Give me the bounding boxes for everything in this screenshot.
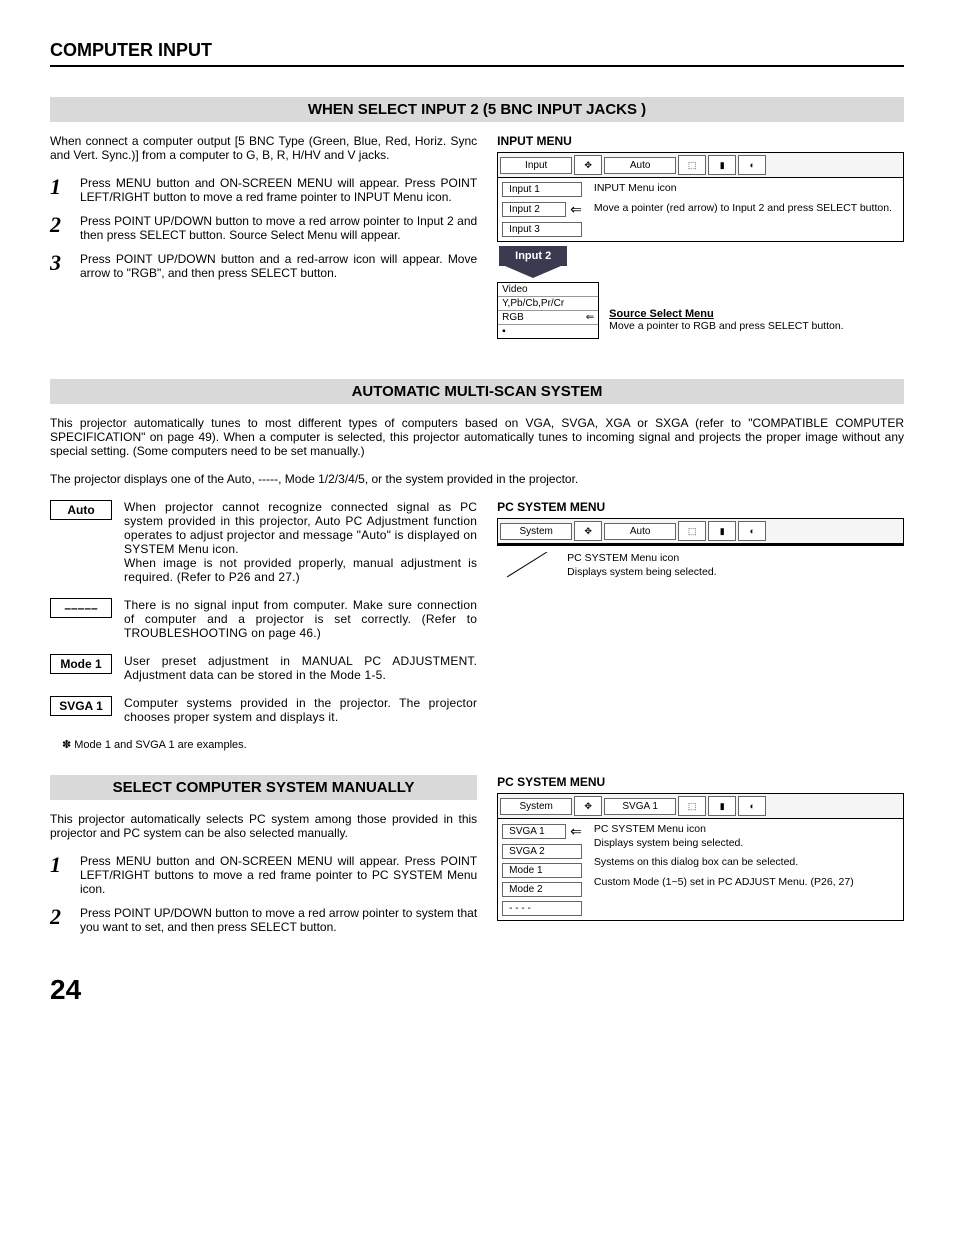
source-item: Video	[498, 283, 598, 297]
input-menu-diagram: Input ✥ Auto ⬚ ▮ ◐ Input 1 Input 2 ⇐ Inp…	[497, 152, 904, 242]
arrow-left-icon: ⇐	[586, 312, 594, 323]
pc-menu-note: PC SYSTEM Menu icon Displays system bein…	[567, 552, 716, 582]
page-number: 24	[50, 974, 904, 1006]
joystick-icon: ✥	[574, 155, 602, 175]
page-title: COMPUTER INPUT	[50, 40, 904, 67]
mode-text: Computer systems provided in the project…	[124, 696, 477, 724]
menu-icon: ▮	[708, 796, 736, 816]
system-item: SVGA 2	[502, 844, 582, 859]
menu-icon: ▮	[708, 521, 736, 541]
note-text: PC SYSTEM Menu icon Displays system bein…	[594, 823, 899, 850]
input-item: Input 2	[502, 202, 566, 217]
system-item: SVGA 1	[502, 824, 566, 839]
source-item: Y,Pb/Cb,Pr/Cr	[498, 297, 598, 311]
pc-system-menu-label: PC SYSTEM MENU	[497, 775, 904, 789]
menu-btn-system: System	[500, 523, 572, 540]
menu-icon: ◐	[738, 155, 766, 175]
note-text: Systems on this dialog box can be select…	[594, 856, 899, 870]
system-item: Mode 2	[502, 882, 582, 897]
section-heading-manual: SELECT COMPUTER SYSTEM MANUALLY	[50, 775, 477, 800]
step-text: Press MENU button and ON-SCREEN MENU wil…	[80, 854, 477, 896]
source-menu-note: Move a pointer to RGB and press SELECT b…	[609, 320, 904, 334]
joystick-icon: ✥	[574, 521, 602, 541]
section1-intro: When connect a computer output [5 BNC Ty…	[50, 134, 477, 162]
arrow-label: Input 2	[499, 246, 567, 266]
menu-icon: ⬚	[678, 796, 706, 816]
step-number: 1	[50, 176, 70, 204]
input-item: Input 1	[502, 182, 582, 197]
menu-btn-auto: Auto	[604, 157, 676, 174]
mode-box-svga1: SVGA 1	[50, 696, 112, 716]
step-number: 1	[50, 854, 70, 896]
down-arrow-icon	[505, 266, 561, 278]
menu-icon: ⬚	[678, 155, 706, 175]
menu-btn-auto: Auto	[604, 523, 676, 540]
section2-para2: The projector displays one of the Auto, …	[50, 472, 904, 486]
source-menu-title: Source Select Menu	[609, 308, 904, 320]
step-text: Press POINT UP/DOWN button and a red-arr…	[80, 252, 477, 280]
mode-text: User preset adjustment in MANUAL PC ADJU…	[124, 654, 477, 682]
system-item: - - - -	[502, 901, 582, 916]
step-number: 3	[50, 252, 70, 280]
pc-system-menu-diagram: System ✥ Auto ⬚ ▮ ◐	[497, 518, 904, 545]
input-menu-label: INPUT MENU	[497, 134, 904, 148]
step-text: Press MENU button and ON-SCREEN MENU wil…	[80, 176, 477, 204]
menu-icon: ⬚	[678, 521, 706, 541]
pointer-line-icon	[497, 552, 557, 582]
section3-intro: This projector automatically selects PC …	[50, 812, 477, 840]
mode-box-auto: Auto	[50, 500, 112, 520]
mode-box-mode1: Mode 1	[50, 654, 112, 674]
menu-btn-svga1: SVGA 1	[604, 798, 676, 815]
note-text: Custom Mode (1~5) set in PC ADJUST Menu.…	[594, 876, 899, 890]
menu-icon: ◐	[738, 796, 766, 816]
menu-btn-system: System	[500, 798, 572, 815]
source-item-blank: ▪	[498, 325, 598, 338]
menu-icon: ◐	[738, 521, 766, 541]
arrow-left-icon: ⇐	[570, 201, 582, 218]
note-title: INPUT Menu icon	[594, 182, 899, 196]
footnote: ✽ Mode 1 and SVGA 1 are examples.	[62, 738, 477, 751]
joystick-icon: ✥	[574, 796, 602, 816]
source-item: RGB	[502, 312, 524, 323]
menu-icon: ▮	[708, 155, 736, 175]
pc-system-menu-diagram-2: System ✥ SVGA 1 ⬚ ▮ ◐ SVGA 1 ⇐ SVGA 2 Mo…	[497, 793, 904, 921]
pc-system-menu-label: PC SYSTEM MENU	[497, 500, 904, 514]
mode-text: When projector cannot recognize connecte…	[124, 500, 477, 584]
step-text: Press POINT UP/DOWN button to move a red…	[80, 214, 477, 242]
section-heading-multiscan: AUTOMATIC MULTI-SCAN SYSTEM	[50, 379, 904, 404]
section-heading-input2: WHEN SELECT INPUT 2 (5 BNC INPUT JACKS )	[50, 97, 904, 122]
step-text: Press POINT UP/DOWN button to move a red…	[80, 906, 477, 934]
input-item: Input 3	[502, 222, 582, 237]
note-text: Move a pointer (red arrow) to Input 2 an…	[594, 202, 899, 216]
system-item: Mode 1	[502, 863, 582, 878]
step-number: 2	[50, 214, 70, 242]
menu-btn-input: Input	[500, 157, 572, 174]
section2-para1: This projector automatically tunes to mo…	[50, 416, 904, 458]
source-select-list: Video Y,Pb/Cb,Pr/Cr RGB ⇐ ▪	[497, 282, 599, 339]
mode-text: There is no signal input from computer. …	[124, 598, 477, 640]
mode-box-blank: –––––	[50, 598, 112, 618]
arrow-left-icon: ⇐	[570, 823, 582, 840]
step-number: 2	[50, 906, 70, 934]
